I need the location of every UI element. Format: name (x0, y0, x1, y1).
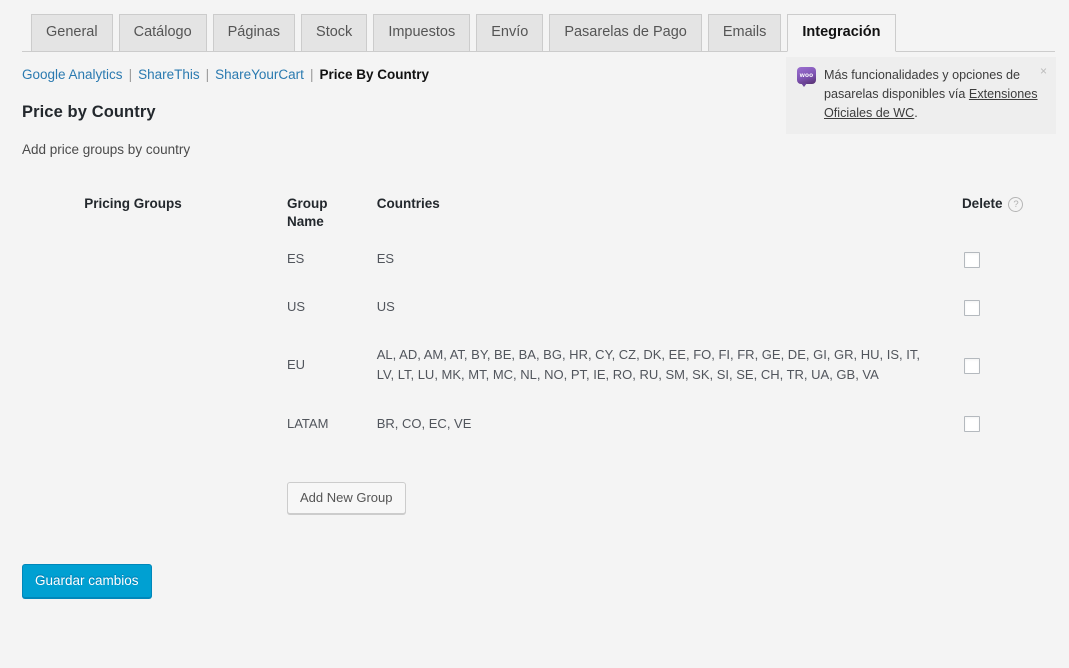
section-label: Pricing Groups (84, 195, 182, 211)
cell-group-name: US (287, 299, 306, 315)
settings-tabs: General Catálogo Páginas Stock Impuestos Enví… (22, 0, 1055, 52)
table-row: ES ES (254, 235, 1069, 283)
save-changes-button[interactable]: Guardar cambios (22, 563, 152, 599)
cell-delete (944, 400, 1069, 448)
column-header-group-name: Group Name (287, 195, 328, 229)
subnav-item-price-by-country: Price By Country (319, 67, 429, 82)
pricing-groups-table-body: ES ES US US EU AL, AD, AM, AT, BY, BE, BA, BG… (254, 235, 1069, 448)
add-group-row: Add New Group (254, 448, 1069, 528)
pricing-groups-table-foot: Add New Group (254, 448, 1069, 528)
tab-pasarelas-de-pago[interactable]: Pasarelas de Pago (549, 13, 702, 52)
promo-notice-tail: . (914, 106, 918, 121)
cell-delete (944, 331, 1069, 399)
subnav-item-sharethis[interactable]: ShareThis (138, 64, 200, 86)
tab-impuestos[interactable]: Impuestos (373, 13, 471, 52)
subnav-item-google-analytics[interactable]: Google Analytics (22, 64, 123, 86)
pricing-groups-field: Group Name Countries Delete? ES ES US US EU A… (254, 195, 1069, 528)
pricing-groups-table: Group Name Countries Delete? ES ES US US EU A… (254, 195, 1069, 528)
cell-group-name: ES (287, 251, 305, 267)
tab-páginas[interactable]: Páginas (212, 13, 296, 52)
delete-checkbox[interactable] (963, 251, 980, 268)
column-header-delete-label: Delete (961, 195, 1003, 211)
tab-integración[interactable]: Integración (787, 13, 896, 52)
cell-countries: ES (376, 251, 395, 267)
cell-countries: BR, CO, EC, VE (376, 415, 472, 431)
delete-checkbox[interactable] (963, 357, 980, 374)
pricing-groups-section-row: Pricing Groups Group Name Countries Dele… (0, 195, 1069, 528)
tab-emails[interactable]: Emails (707, 13, 782, 52)
table-row: EU AL, AD, AM, AT, BY, BE, BA, BG, HR, CY… (254, 331, 1069, 399)
submit-area: Guardar cambios (22, 563, 1069, 599)
delete-checkbox[interactable] (963, 299, 980, 316)
woocommerce-logo-icon: woo (797, 67, 816, 87)
delete-checkbox[interactable] (963, 416, 980, 433)
close-icon[interactable]: × (1040, 65, 1047, 77)
tab-stock[interactable]: Stock (301, 13, 368, 52)
cell-group-name: LATAM (287, 415, 329, 431)
page-subtitle: Add price groups by country (22, 141, 191, 157)
cell-countries: US (376, 299, 395, 315)
column-header-delete: Delete? (944, 195, 1069, 235)
subnav-separator: | (309, 67, 314, 82)
tab-catálogo[interactable]: Catálogo (118, 13, 207, 52)
subnav-item-shareyourcart[interactable]: ShareYourCart (215, 64, 304, 86)
cell-delete (944, 283, 1069, 331)
add-group-cell: Add New Group (254, 448, 1069, 528)
subnav-separator: | (128, 67, 133, 82)
tab-envío[interactable]: Envío (476, 13, 544, 52)
table-row: LATAM BR, CO, EC, VE (254, 400, 1069, 448)
cell-delete (944, 235, 1069, 283)
help-icon[interactable]: ? (1008, 196, 1024, 212)
tab-general[interactable]: General (31, 13, 113, 52)
subnav-separator: | (205, 67, 210, 82)
cell-group-name: EU (287, 357, 306, 373)
promo-notice-text: Más funcionalidades y opciones de pasare… (824, 66, 1039, 123)
table-row: US US (254, 283, 1069, 331)
table-header-row: Group Name Countries Delete? (254, 195, 1069, 235)
pricing-groups-table-head: Group Name Countries Delete? (254, 195, 1069, 235)
column-header-countries: Countries (376, 195, 440, 211)
pricing-groups-form: Pricing Groups Group Name Countries Dele… (0, 195, 1069, 528)
cell-countries: AL, AD, AM, AT, BY, BE, BA, BG, HR, CY, … (376, 347, 920, 383)
add-new-group-button[interactable]: Add New Group (287, 481, 406, 514)
woocommerce-promo-notice: woo Más funcionalidades y opciones de pa… (786, 57, 1056, 135)
